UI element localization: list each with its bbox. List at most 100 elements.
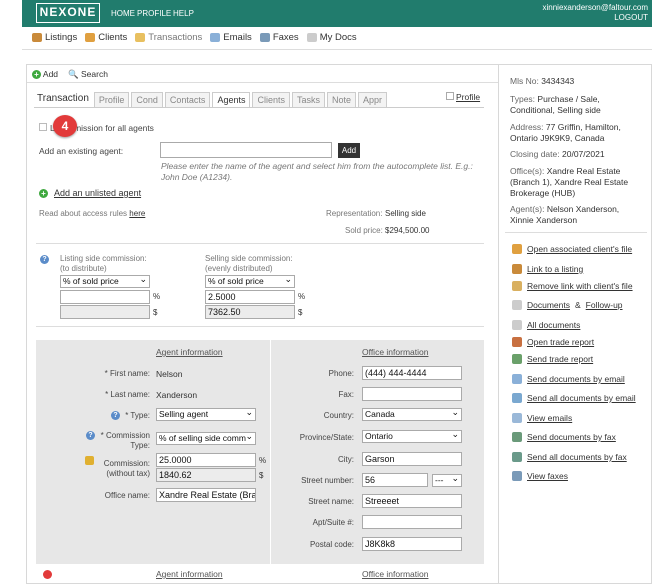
autocomplete-help: Please enter the name of the agent and s… [161,161,473,182]
tabs: Transaction Profile Cond Contacts Agents… [34,92,388,107]
first-name-value: Nelson [156,369,183,379]
fax-input[interactable] [362,387,462,401]
nav-clients[interactable]: Clients [85,32,127,43]
step-badge: 4 [53,115,77,137]
people-icon [85,33,96,42]
street-name-label: Street name: [308,497,354,506]
office-name-input[interactable]: Xandre Real Estate (Bra [156,488,256,502]
representation-label: Representation: [326,209,383,218]
selling-commission-pct-input[interactable]: 2.5000 [205,290,295,304]
listing-commission-type-select[interactable]: % of sold price [60,274,150,288]
last-name-value: Xanderson [156,390,198,400]
search-toolbar-button[interactable]: 🔍 Search [68,69,108,80]
profile-link[interactable]: Profile [446,92,480,102]
add-agent-button[interactable]: Add [338,143,360,158]
document-icon [306,33,317,42]
selling-commission-amount: 7362.50 [205,305,295,319]
tab-agents[interactable]: Agents [212,92,251,107]
selling-commission-type-select[interactable]: % of sold price [205,274,295,288]
pct-unit: % [298,292,306,301]
street-name-input[interactable]: Streeeet [362,494,462,508]
phone-input[interactable]: (444) 444-4444 [362,366,462,380]
all-documents-link[interactable]: All documents [512,320,580,330]
postal-input[interactable]: J8K8k8 [362,537,462,551]
fax-doc-icon [512,432,522,442]
documents-link[interactable]: Documents & Follow-up [512,300,623,310]
street-number-input[interactable]: 56 [362,473,428,487]
send-docs-email-link[interactable]: Send documents by email [512,374,625,384]
nexone-logo[interactable]: NEXONE [36,3,100,23]
add-unlisted-agent[interactable]: + Add an unlisted agent [39,188,141,198]
remove-icon[interactable] [43,570,52,579]
view-faxes-link[interactable]: View faxes [512,471,568,481]
envelope-icon [512,413,522,423]
tab-transaction[interactable]: Transaction [34,92,92,107]
nav-my-docs[interactable]: My Docs [306,32,357,43]
last-name-label: * Last name: [105,390,150,399]
lock-icon [85,456,94,465]
agents-row: Agent(s): Nelson Xanderson, Xinnie Xande… [510,204,620,225]
logout-link[interactable]: LOGOUT [614,13,648,22]
first-name-label: * First name: [104,369,150,378]
nav-help[interactable]: HELP [173,9,194,18]
nav-listings[interactable]: Listings [32,32,77,43]
country-select[interactable]: Canada [362,407,462,421]
remove-client-link[interactable]: Remove link with client's file [512,281,633,291]
address-row: Address: 77 Griffin, Hamilton, Ontario J… [510,122,621,143]
amt-unit: $ [298,308,303,317]
add-toolbar-button[interactable]: + Add [32,69,58,80]
listing-commission-pct-input[interactable] [60,290,150,304]
divider [36,243,484,244]
fax-icon [259,33,270,42]
main-nav: Listings Clients Transactions Emails Fax… [32,32,357,43]
city-input[interactable]: Garson [362,452,462,466]
follow-up-link[interactable]: Follow-up [586,300,623,310]
help-icon[interactable]: ? [40,255,49,264]
street-number-label: Street number: [301,476,354,485]
tab-appr[interactable]: Appr [358,92,388,107]
pct-unit: % [153,292,161,301]
nav-emails[interactable]: Emails [210,32,252,43]
help-icon[interactable]: ? [86,431,95,440]
access-rules-link[interactable]: here [129,209,145,218]
open-client-file-link[interactable]: Open associated client's file [512,244,632,254]
nav-faxes[interactable]: Faxes [259,32,299,43]
send-all-docs-email-link[interactable]: Send all documents by email [512,393,636,403]
tab-cond[interactable]: Cond [131,92,163,107]
nav-profile[interactable]: PROFILE [137,9,171,18]
closing-row: Closing date: 20/07/2021 [510,149,605,159]
nav-home[interactable]: HOME [111,9,135,18]
commission-pct-input[interactable]: 25.0000 [156,453,256,467]
send-trade-report-link[interactable]: Send trade report [512,354,593,364]
tab-clients[interactable]: Clients [252,92,290,107]
add-existing-label: Add an existing agent: [39,146,124,156]
offices-row: Office(s): Xandre Real Estate (Branch 1)… [510,166,629,198]
agent-type-select[interactable]: Selling agent [156,407,256,421]
send-docs-fax-link[interactable]: Send documents by fax [512,432,616,442]
tab-note[interactable]: Note [327,92,357,107]
type-label: * Type: [125,411,150,420]
listing-commission-amount [60,305,150,319]
apt-input[interactable] [362,515,462,529]
people-icon [512,244,522,254]
send-all-docs-fax-link[interactable]: Send all documents by fax [512,452,627,462]
envelope-icon [210,33,221,42]
agent-autocomplete-input[interactable] [160,142,332,158]
link-to-listing-link[interactable]: Link to a listing [512,264,583,274]
toolbar-divider [27,82,498,83]
tab-contacts[interactable]: Contacts [164,92,211,107]
nav-divider [22,49,652,50]
commission-all-checkbox[interactable] [39,123,47,131]
province-select[interactable]: Ontario [362,429,462,443]
divider [36,326,484,327]
tab-tasks[interactable]: Tasks [291,92,325,107]
view-emails-link[interactable]: View emails [512,413,572,423]
commission-type-select[interactable]: % of selling side comm [156,431,256,445]
tab-profile[interactable]: Profile [93,92,130,107]
fax-icon [512,471,522,481]
help-icon[interactable]: ? [111,411,120,420]
open-trade-report-link[interactable]: Open trade report [512,337,594,347]
street-suffix-select[interactable]: --- [432,473,462,487]
country-label: Country: [323,411,354,420]
nav-transactions[interactable]: Transactions [135,32,202,43]
